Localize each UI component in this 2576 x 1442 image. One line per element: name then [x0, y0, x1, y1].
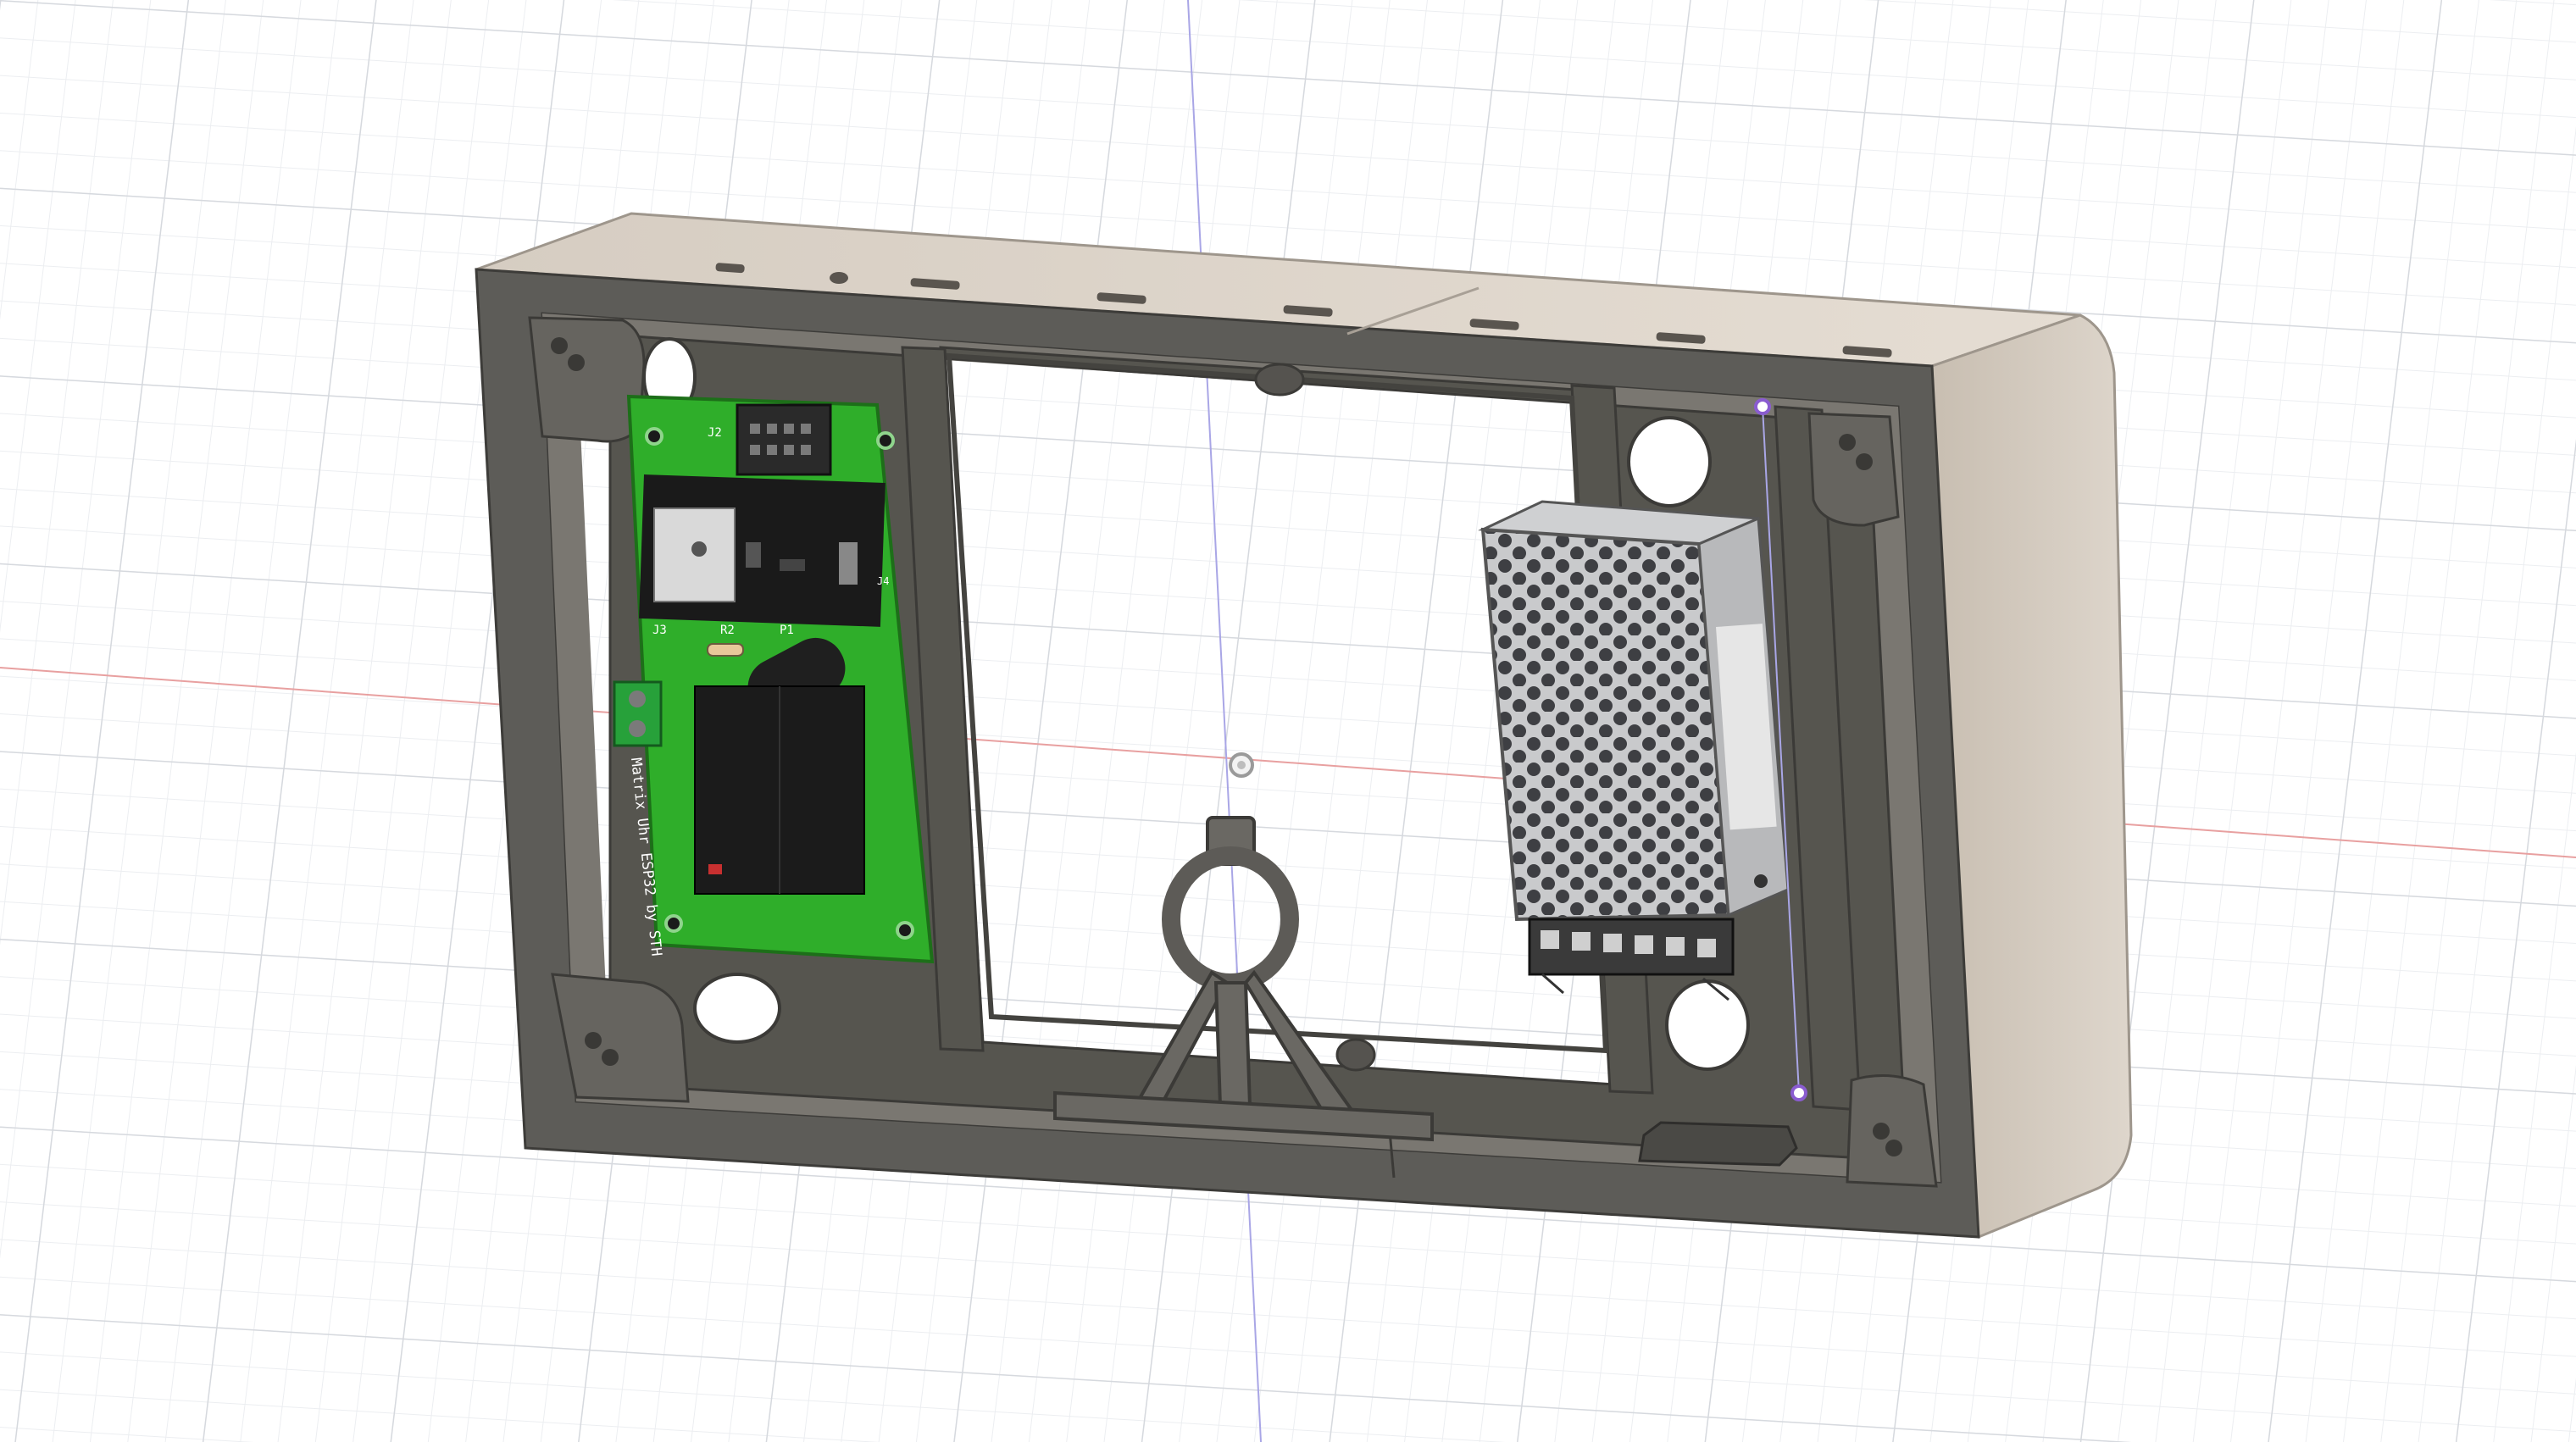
constraint-point-bottom[interactable]	[1790, 1084, 1807, 1101]
pcb-board[interactable]: J2 J3 R2 P1 J4 Matrix Uhr ESP32 by STH	[613, 394, 935, 964]
pcb-header-j2	[736, 403, 832, 476]
origin-icon[interactable]	[1229, 752, 1254, 778]
canvas-viewport[interactable]: J2 J3 R2 P1 J4 Matrix Uhr ESP32 by STH	[0, 0, 2576, 1442]
resistor-r2	[707, 643, 744, 657]
pcb-ref-j3: J3	[652, 624, 667, 637]
bottom-clip	[1638, 1121, 1798, 1167]
pcb-ref-r2: R2	[720, 624, 735, 637]
constraint-point-top[interactable]	[1754, 398, 1771, 415]
pcb-ref-p1: P1	[780, 624, 794, 637]
ground-grid	[0, 0, 2576, 1442]
pcb-ref-j4: J4	[877, 575, 889, 587]
cable-hole-top	[1627, 416, 1712, 507]
pcb-ref-j2: J2	[708, 426, 722, 440]
psu-mesh-face	[1480, 527, 1731, 922]
cable-hole-bottom	[1665, 979, 1750, 1071]
